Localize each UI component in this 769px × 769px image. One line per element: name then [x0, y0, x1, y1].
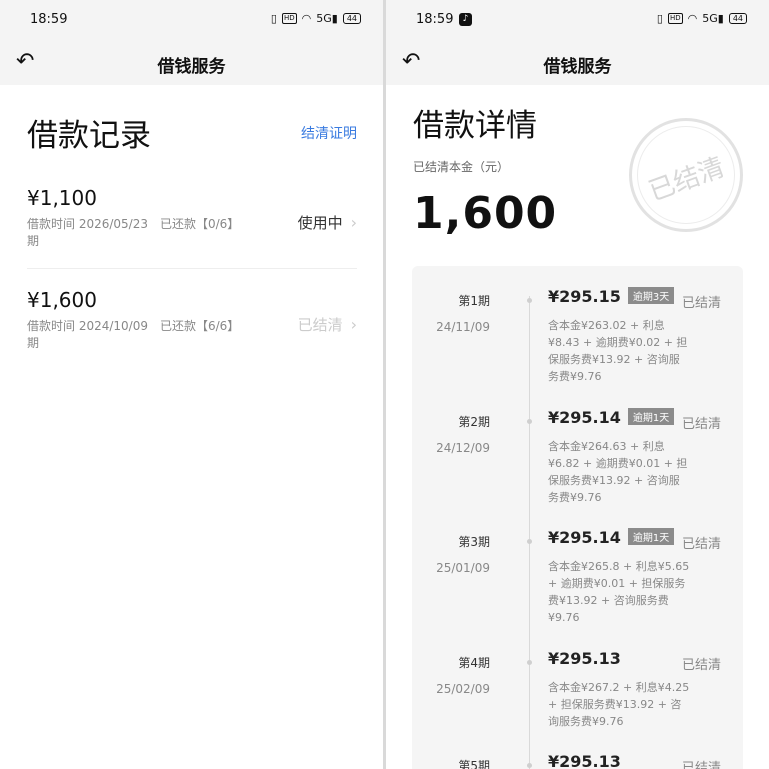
repayment-schedule: 第1期 24/11/09 ¥295.15 逾期3天 已结清 含本金¥263.02 … — [412, 266, 743, 769]
overdue-badge: 逾期1天 — [627, 408, 675, 425]
period-label: 第3期 — [458, 535, 490, 549]
chevron-right-icon: › — [350, 315, 357, 334]
wifi-icon: ◠ — [687, 12, 698, 25]
signal-icon: 5G▮ — [702, 12, 724, 25]
period-amount: ¥295.14 逾期1天 — [548, 408, 675, 427]
signal-icon: 5G▮ — [316, 12, 338, 25]
period-label: 第4期 — [458, 656, 490, 670]
loan-record-item[interactable]: ¥1,600 借款时间 2024/10/09 已还款【6/6】期 已结清 › — [27, 288, 357, 378]
period-breakdown: 含本金¥264.63 + 利息¥6.82 + 逾期费¥0.01 + 担保服务费¥… — [548, 440, 688, 504]
loan-amount: ¥1,600 — [27, 288, 97, 312]
period-status: 已结清 — [681, 417, 721, 432]
status-bar: 18:59 ♪ ▯ HD ◠ 5G▮ 44 — [386, 0, 769, 38]
wifi-icon: ◠ — [301, 12, 312, 25]
vibrate-icon: ▯ — [270, 12, 277, 25]
loan-time: 借款时间 2024/10/09 — [27, 319, 148, 333]
nav-title: 借钱服务 — [157, 57, 226, 77]
loan-status: 已结清 › — [298, 314, 357, 335]
period-amount-value: ¥295.13 — [548, 649, 621, 668]
period-amount: ¥295.15 逾期3天 — [548, 287, 675, 306]
period-date: 24/11/09 — [436, 320, 490, 334]
hd-icon: HD — [281, 13, 297, 24]
settled-stamp: 已结清 — [629, 118, 743, 232]
period-date: 25/01/09 — [436, 561, 490, 575]
hd-icon: HD — [667, 13, 683, 24]
status-icons: ▯ HD ◠ 5G▮ 44 — [271, 12, 361, 25]
principal-value: 1,600 — [413, 188, 558, 239]
overdue-badge: 逾期1天 — [627, 528, 675, 545]
period-status: 已结清 — [681, 296, 721, 311]
period-status: 已结清 — [681, 658, 721, 673]
tiktok-notification-icon: ♪ — [459, 13, 472, 26]
principal-label: 已结清本金（元） — [413, 160, 510, 174]
period-amount-value: ¥295.14 — [548, 528, 621, 547]
loan-amount: ¥1,100 — [27, 186, 97, 210]
settlement-certificate-link[interactable]: 结清证明 — [301, 123, 357, 143]
page-title: 借款详情 — [413, 108, 537, 144]
divider — [27, 268, 357, 269]
period-status: 已结清 — [681, 761, 721, 769]
period-status: 已结清 — [681, 537, 721, 552]
period-breakdown: 含本金¥263.02 + 利息¥8.43 + 逾期费¥0.02 + 担保服务费¥… — [548, 319, 688, 383]
period-amount: ¥295.14 逾期1天 — [548, 528, 675, 547]
chevron-right-icon: › — [350, 213, 357, 232]
battery-icon: 44 — [728, 13, 747, 24]
loan-meta: 借款时间 2026/05/23 已还款【0/6】期 — [27, 216, 252, 250]
loan-record-item[interactable]: ¥1,100 借款时间 2026/05/23 已还款【0/6】期 使用中 › — [27, 186, 357, 276]
period-breakdown: 含本金¥267.2 + 利息¥4.25 + 担保服务费¥13.92 + 咨询服务… — [548, 681, 690, 728]
page-title: 借款记录 — [27, 118, 151, 154]
vibrate-icon: ▯ — [656, 12, 663, 25]
loan-status-label: 已结清 — [297, 316, 343, 334]
timeline-dot — [527, 419, 532, 424]
timeline-dot — [527, 298, 532, 303]
nav-title: 借钱服务 — [543, 57, 612, 77]
loan-records-screen: 18:59 ▯ HD ◠ 5G▮ 44 ↶ 借钱服务 借款记录 结清证明 ¥1,… — [0, 0, 383, 769]
nav-bar: ↶ 借钱服务 — [0, 38, 383, 85]
period-label: 第2期 — [458, 415, 490, 429]
status-bar: 18:59 ▯ HD ◠ 5G▮ 44 — [0, 0, 383, 38]
period-label: 第5期 — [458, 759, 490, 769]
timeline-dot — [527, 660, 532, 665]
period-date: 25/02/09 — [436, 682, 490, 696]
period-breakdown: 含本金¥265.8 + 利息¥5.65 + 逾期费¥0.01 + 担保服务费¥1… — [548, 560, 690, 624]
period-amount-value: ¥295.14 — [548, 408, 621, 427]
period-label: 第1期 — [458, 294, 490, 308]
battery-icon: 44 — [342, 13, 361, 24]
status-time: 18:59 — [416, 12, 454, 27]
loan-time: 借款时间 2026/05/23 — [27, 217, 148, 231]
timeline-dot — [527, 763, 532, 768]
loan-detail-screen: 18:59 ♪ ▯ HD ◠ 5G▮ 44 ↶ 借钱服务 借款详情 已结清本金（… — [386, 0, 769, 769]
loan-meta: 借款时间 2024/10/09 已还款【6/6】期 — [27, 318, 252, 352]
period-amount-value: ¥295.13 — [548, 752, 621, 769]
status-time: 18:59 — [30, 12, 68, 27]
period-date: 24/12/09 — [436, 441, 490, 455]
timeline-dot — [527, 539, 532, 544]
timeline-line — [529, 296, 530, 769]
loan-status: 使用中 › — [298, 212, 357, 233]
period-amount: ¥295.13 — [548, 752, 621, 769]
overdue-badge: 逾期3天 — [627, 287, 675, 304]
period-amount: ¥295.13 — [548, 649, 621, 668]
loan-status-label: 使用中 — [297, 214, 343, 232]
status-icons: ▯ HD ◠ 5G▮ 44 — [657, 12, 747, 25]
period-amount-value: ¥295.15 — [548, 287, 621, 306]
nav-bar: ↶ 借钱服务 — [386, 38, 769, 85]
